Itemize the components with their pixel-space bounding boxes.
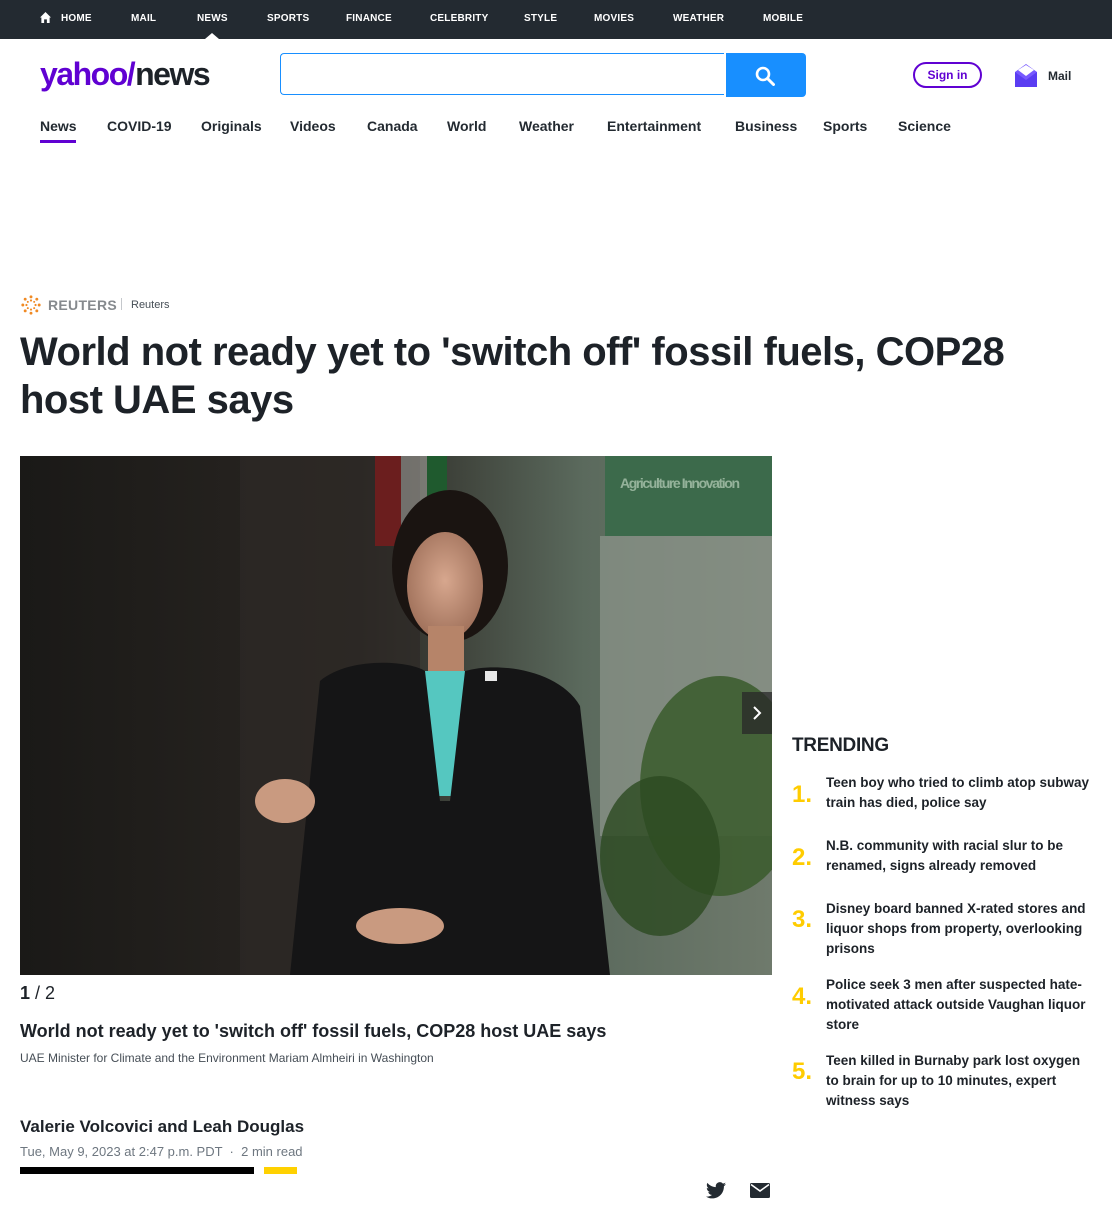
mail-link[interactable]: Mail — [1048, 69, 1071, 83]
logo-section: news — [135, 56, 211, 92]
search-input[interactable] — [280, 53, 724, 95]
trending-link[interactable]: Teen boy who tried to climb atop subway … — [826, 773, 1096, 813]
section-science[interactable]: Science — [898, 118, 951, 134]
trending-link[interactable]: N.B. community with racial slur to be re… — [826, 836, 1096, 876]
article-image[interactable]: Agriculture Innovation — [20, 456, 772, 975]
search-button[interactable] — [726, 53, 806, 97]
topnav-sports[interactable]: SPORTS — [267, 13, 309, 24]
trending-title: TRENDING — [792, 735, 889, 756]
meta-separator: · — [222, 1144, 242, 1159]
reuters-logo-icon[interactable] — [20, 295, 42, 315]
trending-link[interactable]: Police seek 3 men after suspected hate-m… — [826, 975, 1096, 1035]
article-meta: Tue, May 9, 2023 at 2:47 p.m. PDT · 2 mi… — [20, 1144, 303, 1159]
section-videos[interactable]: Videos — [290, 118, 336, 134]
background-sign-text: Agriculture Innovation — [620, 475, 740, 491]
section-world[interactable]: World — [447, 118, 486, 134]
image-caption-title: World not ready yet to 'switch off' foss… — [20, 1021, 607, 1041]
section-news[interactable]: News — [40, 118, 77, 134]
sign-in-button[interactable]: Sign in — [913, 62, 982, 88]
article-date: Tue, May 9, 2023 at 2:47 p.m. PDT — [20, 1144, 223, 1159]
topnav-weather[interactable]: WEATHER — [673, 13, 724, 24]
section-business[interactable]: Business — [735, 118, 797, 134]
topnav-mail[interactable]: MAIL — [131, 13, 156, 24]
topnav-mobile[interactable]: MOBILE — [763, 13, 803, 24]
trending-number: 1. — [792, 781, 813, 808]
trending-link[interactable]: Disney board banned X-rated stores and l… — [826, 899, 1096, 959]
carousel-next-button[interactable] — [742, 692, 772, 734]
logo-slash: / — [126, 56, 136, 92]
chevron-right-icon — [753, 706, 762, 720]
trending-number: 5. — [792, 1058, 813, 1085]
topnav-movies[interactable]: MOVIES — [594, 13, 634, 24]
trending-number: 2. — [792, 844, 813, 871]
slide-total: / 2 — [30, 983, 56, 1003]
topnav-home[interactable]: HOME — [61, 13, 92, 24]
article-photo-illustration: Agriculture Innovation — [20, 456, 772, 975]
section-weather[interactable]: Weather — [519, 118, 574, 134]
source-logo-text[interactable]: REUTERS — [48, 297, 117, 313]
topnav-news[interactable]: NEWS — [197, 13, 228, 24]
twitter-share-icon[interactable] — [706, 1182, 726, 1199]
progress-bar-black — [20, 1167, 254, 1174]
section-covid[interactable]: COVID-19 — [107, 118, 172, 134]
topnav-celebrity[interactable]: CELEBRITY — [430, 13, 488, 24]
trending-number: 4. — [792, 983, 813, 1010]
topnav-finance[interactable]: FINANCE — [346, 13, 392, 24]
yahoo-news-logo[interactable]: yahoo/news — [40, 56, 211, 92]
read-time: 2 min read — [241, 1144, 303, 1159]
email-share-icon[interactable] — [750, 1183, 770, 1198]
article-headline: World not ready yet to 'switch off' foss… — [20, 330, 1005, 422]
mail-icon[interactable] — [1014, 62, 1038, 88]
slide-current: 1 — [20, 983, 31, 1003]
home-icon — [40, 12, 51, 23]
search-icon — [755, 66, 775, 86]
section-originals[interactable]: Originals — [201, 118, 262, 134]
article-authors: Valerie Volcovici and Leah Douglas — [20, 1117, 305, 1136]
topnav-style[interactable]: STYLE — [524, 13, 557, 24]
active-section-underline — [40, 140, 76, 143]
image-caption-text: UAE Minister for Climate and the Environ… — [20, 1051, 434, 1065]
section-entertainment[interactable]: Entertainment — [607, 118, 701, 134]
source-divider — [121, 298, 122, 310]
trending-link[interactable]: Teen killed in Burnaby park lost oxygen … — [826, 1051, 1096, 1111]
progress-bar-yellow — [264, 1167, 297, 1174]
top-nav-bar: HOME MAIL NEWS SPORTS FINANCE CELEBRITY … — [0, 0, 1112, 39]
section-canada[interactable]: Canada — [367, 118, 418, 134]
logo-brand: yahoo — [40, 56, 128, 92]
source-name[interactable]: Reuters — [131, 299, 170, 311]
slide-counter: 1 / 2 — [20, 983, 55, 1004]
trending-number: 3. — [792, 906, 813, 933]
active-tab-caret — [205, 33, 219, 39]
section-sports[interactable]: Sports — [823, 118, 867, 134]
